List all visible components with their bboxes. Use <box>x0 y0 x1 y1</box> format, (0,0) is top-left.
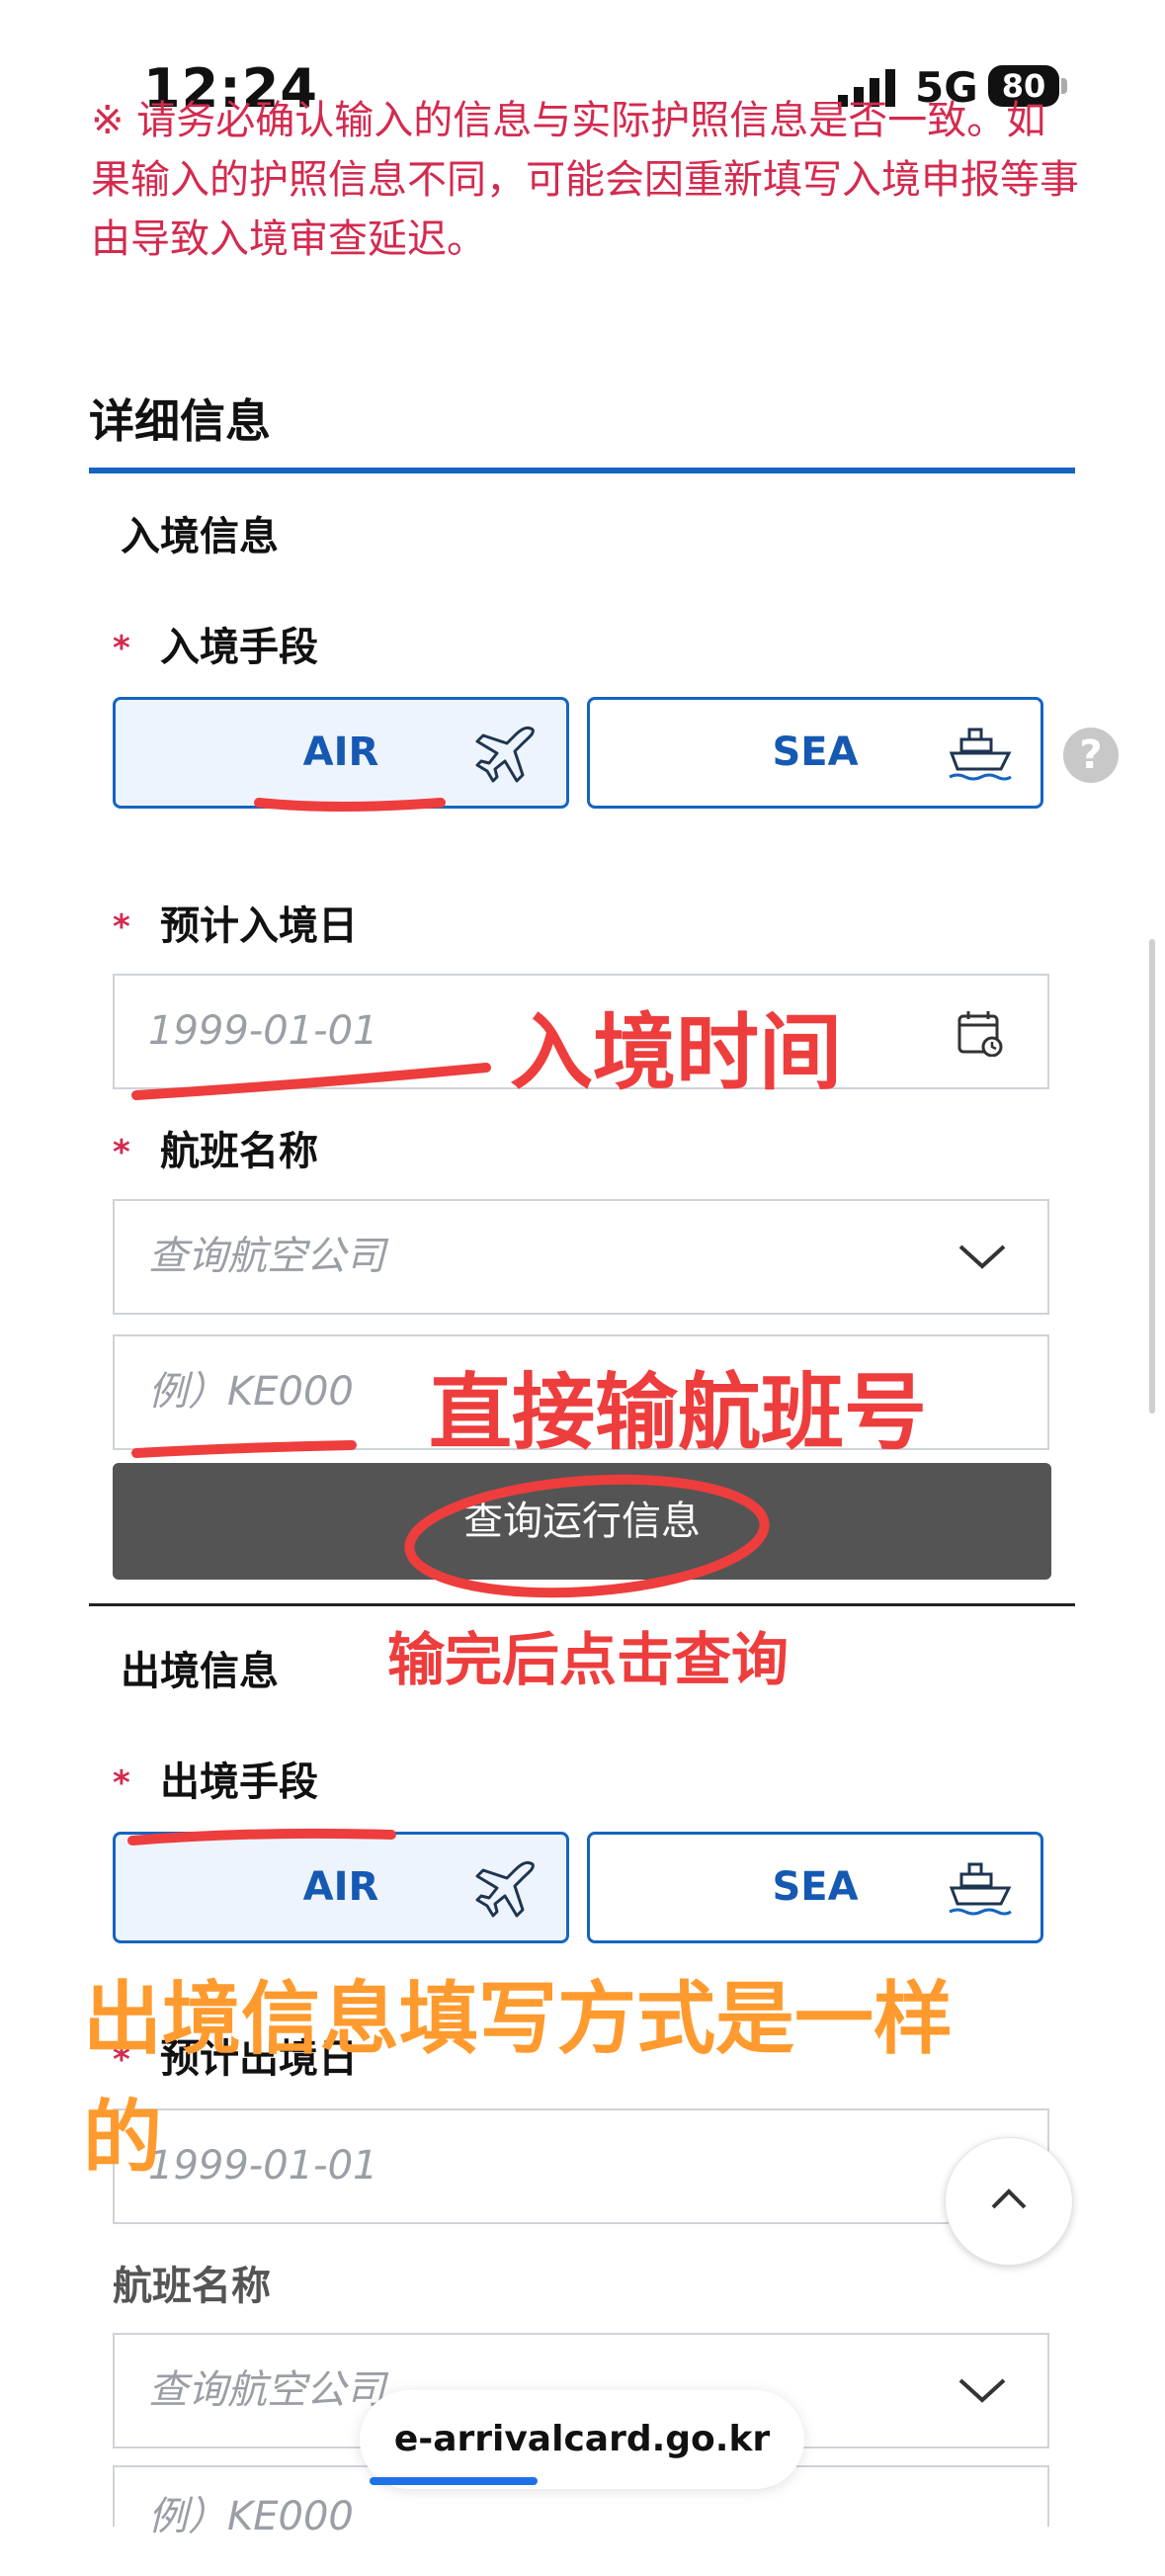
annotation-click-query: 输完后点击查询 <box>387 1626 790 1693</box>
annotation-entry-time: 入境时间 <box>510 1004 843 1101</box>
underline-air <box>254 798 446 812</box>
annotation-flight-number: 直接输航班号 <box>429 1364 928 1461</box>
annotation-exit-same-2: 的 <box>83 2092 162 2184</box>
underline-date <box>131 1063 491 1100</box>
annotation-exit-same: 出境信息填写方式是一样 <box>83 1973 953 2065</box>
annotation-strokes <box>127 798 770 1846</box>
underline-flight-no <box>131 1440 357 1458</box>
circle-query <box>404 1474 770 1598</box>
underline-exit-mode <box>127 1828 396 1846</box>
